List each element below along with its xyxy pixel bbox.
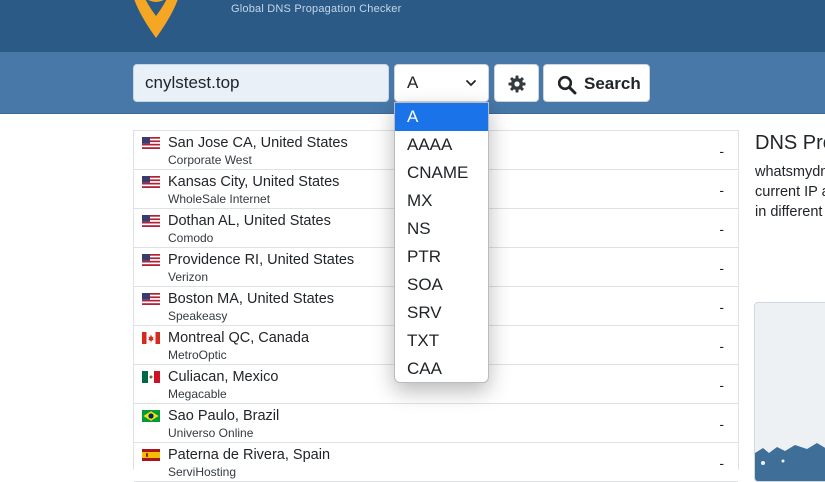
sidebar-line: whatsmydn <box>755 164 825 180</box>
sidebar-line: in different <box>755 204 823 220</box>
record-type-select[interactable]: A <box>394 64 489 102</box>
record-type-value: A <box>407 73 419 92</box>
location-name: Culiacan, Mexico <box>168 369 279 385</box>
record-type-option-ptr[interactable]: PTR <box>395 243 488 271</box>
location-name: Paterna de Rivera, Spain <box>168 447 331 463</box>
map-landmass <box>755 443 825 481</box>
location-pin-logo-icon[interactable] <box>128 0 184 38</box>
record-type-option-srv[interactable]: SRV <box>395 299 488 327</box>
provider-name: ServiHosting <box>168 465 237 479</box>
location-name: San Jose CA, United States <box>168 135 348 151</box>
provider-name: Speakeasy <box>168 309 228 323</box>
record-type-option-cname[interactable]: CNAME <box>395 159 488 187</box>
location-name: Dothan AL, United States <box>168 213 331 229</box>
provider-name: Verizon <box>168 270 209 284</box>
sidebar-title: DNS Pro <box>755 132 825 154</box>
dns-result: - <box>719 221 724 237</box>
provider-name: MetroOptic <box>168 348 227 362</box>
result-row: Sao Paulo, Brazil Universo Online - <box>134 404 738 443</box>
brazil-flag-icon <box>142 410 160 422</box>
dns-result: - <box>719 182 724 198</box>
us-flag-icon <box>142 137 160 149</box>
mexico-flag-icon <box>142 371 160 383</box>
search-button-label: Search <box>584 74 641 93</box>
record-type-option-mx[interactable]: MX <box>395 187 488 215</box>
record-type-option-a[interactable]: A <box>395 103 488 131</box>
us-flag-icon <box>142 176 160 188</box>
record-type-option-caa[interactable]: CAA <box>395 355 488 382</box>
settings-button[interactable] <box>494 64 539 102</box>
us-flag-icon <box>142 254 160 266</box>
provider-name: Megacable <box>168 387 227 401</box>
dns-result: - <box>719 377 724 393</box>
dns-result: - <box>719 260 724 276</box>
us-flag-icon <box>142 293 160 305</box>
domain-input[interactable] <box>133 64 389 102</box>
provider-name: Comodo <box>168 231 214 245</box>
record-type-option-soa[interactable]: SOA <box>395 271 488 299</box>
record-type-option-txt[interactable]: TXT <box>395 327 488 355</box>
magnifier-icon <box>557 75 577 95</box>
record-type-option-ns[interactable]: NS <box>395 215 488 243</box>
dns-result: - <box>719 143 724 159</box>
provider-name: Universo Online <box>168 426 254 440</box>
dns-result: - <box>719 338 724 354</box>
us-flag-icon <box>142 215 160 227</box>
site-tagline: Global DNS Propagation Checker <box>231 3 402 15</box>
search-button[interactable]: Search <box>543 64 650 102</box>
dns-result: - <box>719 416 724 432</box>
spain-flag-icon <box>142 449 160 461</box>
chevron-down-icon <box>466 80 476 87</box>
location-name: Sao Paulo, Brazil <box>168 408 280 424</box>
provider-name: Corporate West <box>168 153 252 167</box>
record-type-dropdown: A AAAA CNAME MX NS PTR SOA SRV TXT CAA <box>394 102 489 383</box>
location-name: Providence RI, United States <box>168 252 355 268</box>
location-name: Montreal QC, Canada <box>168 330 310 346</box>
canada-flag-icon <box>142 332 160 344</box>
gear-icon <box>508 75 526 93</box>
sidebar-line: current IP a <box>755 184 825 200</box>
sidebar-description: whatsmydn current IP a in different <box>755 162 825 222</box>
provider-name: WholeSale Internet <box>168 192 271 206</box>
record-type-option-aaaa[interactable]: AAAA <box>395 131 488 159</box>
result-row: Paterna de Rivera, Spain ServiHosting - <box>134 443 738 482</box>
location-name: Boston MA, United States <box>168 291 335 307</box>
site-header: Global DNS Propagation Checker <box>0 0 825 52</box>
world-map[interactable] <box>754 302 825 482</box>
location-name: Kansas City, United States <box>168 174 340 190</box>
dns-result: - <box>719 455 724 471</box>
dns-result: - <box>719 299 724 315</box>
